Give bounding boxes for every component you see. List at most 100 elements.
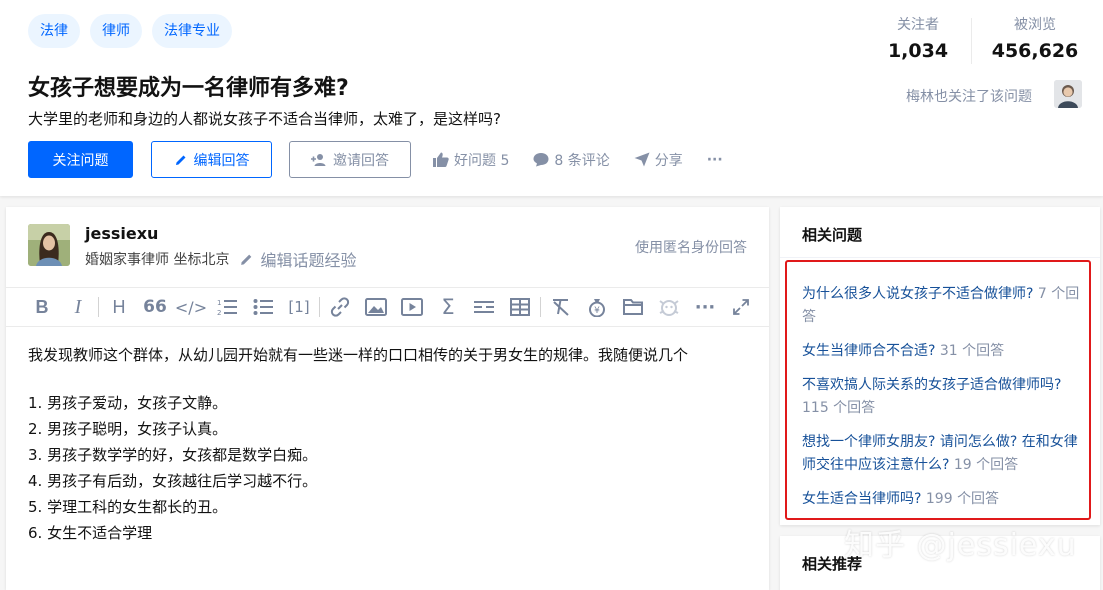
folder-icon	[623, 299, 643, 315]
good-question-label: 好问题 5	[454, 152, 510, 169]
expand-button[interactable]	[723, 292, 759, 322]
avatar[interactable]	[1054, 80, 1082, 108]
related-question-item[interactable]: 想找一个律师女朋友? 请问怎么做? 在和女律师交往中应该注意什么? 19 个回答	[802, 431, 1087, 477]
reference-button[interactable]: [1]	[281, 292, 317, 322]
topic-tag[interactable]: 法律	[28, 14, 80, 48]
bullet-list-button[interactable]	[245, 292, 281, 322]
comments-button[interactable]: 8 条评论	[533, 150, 610, 170]
mascot-icon	[659, 300, 679, 316]
more-tools-button[interactable]: ···	[687, 292, 723, 322]
divider-icon	[474, 301, 494, 313]
related-question-count: 19 个回答	[953, 457, 1019, 473]
related-questions-title: 相关问题	[802, 226, 863, 244]
views-stat: 被浏览 456,626	[990, 14, 1080, 64]
link-button[interactable]	[322, 292, 358, 322]
formula-button[interactable]: Σ	[430, 292, 466, 322]
answer-editor: jessiexu 婚姻家事律师 坐标北京 编辑话题经验 使用匿名身份回答 B I…	[6, 207, 769, 590]
related-question-item[interactable]: 女生当律师合不合适? 31 个回答	[802, 340, 1087, 363]
edit-experience-label: 编辑话题经验	[260, 251, 357, 270]
mascot-button[interactable]	[651, 292, 687, 322]
comments-label: 8 条评论	[554, 152, 610, 169]
related-question-item[interactable]: 女生适合当律师吗? 199 个回答	[802, 488, 1087, 511]
answer-list-item: 2. 男孩子聪明，女孩子认真。	[28, 420, 228, 438]
toolbar-divider	[319, 297, 320, 317]
share-button[interactable]: 分享	[634, 150, 683, 170]
bullet-list-icon	[253, 299, 273, 315]
question-title: 女孩子想要成为一名律师有多难?	[28, 76, 349, 101]
person-avatar-icon	[1054, 80, 1082, 108]
share-label: 分享	[654, 152, 683, 169]
followers-label: 关注者	[897, 17, 939, 33]
author-bio: 婚姻家事律师 坐标北京	[85, 252, 230, 268]
pencil-icon	[241, 254, 252, 265]
question-actions: 关注问题 编辑回答 邀请回答 好问题 5 8 条评论 分享 ···	[28, 141, 723, 178]
topic-tags: 法律 律师 法律专业	[28, 14, 232, 48]
expand-icon	[733, 299, 749, 315]
edit-answer-label: 编辑回答	[193, 152, 250, 169]
invite-answer-button[interactable]: 邀请回答	[289, 141, 411, 178]
more-button[interactable]: ···	[707, 152, 723, 168]
author-name: jessiexu	[85, 224, 159, 243]
views-label: 被浏览	[1014, 17, 1056, 33]
money-bag-icon: ¥	[589, 299, 605, 317]
clear-format-icon	[553, 299, 569, 316]
bold-button[interactable]: B	[24, 292, 60, 322]
ordered-list-button[interactable]: 12	[209, 292, 245, 322]
answer-list-item: 4. 男孩子有后劲，女孩越往后学习越不行。	[28, 472, 318, 490]
followers-stat: 关注者 1,034	[873, 14, 963, 64]
topic-tag[interactable]: 律师	[90, 14, 142, 48]
question-stats: 关注者 1,034 被浏览 456,626	[873, 14, 1080, 64]
related-question-count: 199 个回答	[925, 491, 1000, 507]
image-button[interactable]	[358, 292, 394, 322]
edit-experience-button[interactable]: 编辑话题经验	[239, 247, 356, 271]
good-question-button[interactable]: 好问题 5	[433, 150, 509, 170]
related-questions-highlight: 为什么很多人说女孩子不适合做律师? 7 个回答 女生当律师合不合适? 31 个回…	[785, 260, 1091, 520]
editor-toolbar: B I H 66 </> 12 [1] Σ ¥ ···	[6, 287, 769, 327]
related-question-item[interactable]: 为什么很多人说女孩子不适合做律师? 7 个回答	[802, 283, 1087, 329]
code-button[interactable]: </>	[173, 292, 209, 322]
answer-content[interactable]: 我发现教师这个群体，从幼儿园开始就有一些迷一样的口口相传的关于男女生的规律。我随…	[28, 342, 748, 546]
views-count: 456,626	[991, 40, 1079, 62]
toolbar-divider	[540, 297, 541, 317]
add-user-icon	[311, 153, 326, 166]
video-icon	[401, 298, 423, 316]
edit-answer-button[interactable]: 编辑回答	[151, 141, 272, 178]
ordered-list-icon: 12	[217, 299, 237, 316]
related-question-link[interactable]: 女生适合当律师吗?	[802, 491, 921, 507]
followers-count: 1,034	[887, 40, 949, 62]
related-question-item[interactable]: 不喜欢搞人际关系的女孩子适合做律师吗? 115 个回答	[802, 374, 1087, 420]
video-button[interactable]	[394, 292, 430, 322]
divider-button[interactable]	[466, 292, 502, 322]
share-icon	[634, 152, 650, 167]
related-question-link[interactable]: 女生当律师合不合适?	[802, 343, 935, 359]
answer-paragraph: 我发现教师这个群体，从幼儿园开始就有一些迷一样的口口相传的关于男女生的规律。我随…	[28, 346, 689, 364]
comment-icon	[533, 153, 549, 167]
follow-question-button[interactable]: 关注问题	[28, 141, 133, 178]
table-button[interactable]	[502, 292, 538, 322]
svg-text:¥: ¥	[594, 306, 600, 316]
quote-button[interactable]: 66	[137, 292, 173, 322]
answer-list-item: 6. 女生不适合学理	[28, 524, 153, 542]
anonymous-answer-toggle[interactable]: 使用匿名身份回答	[635, 237, 747, 257]
heading-button[interactable]: H	[101, 292, 137, 322]
question-description: 大学里的老师和身边的人都说女孩子不适合当律师，太难了，是这样吗?	[28, 110, 501, 128]
folder-button[interactable]	[615, 292, 651, 322]
avatar[interactable]	[28, 224, 70, 266]
italic-button[interactable]: I	[60, 292, 96, 322]
related-question-count: 31 个回答	[939, 343, 1005, 359]
related-question-link[interactable]: 想找一个律师女朋友? 请问怎么做? 在和女律师交往中应该注意什么?	[802, 434, 1078, 473]
answer-list-item: 3. 男孩子数学学的好，女孩都是数学白痴。	[28, 446, 318, 464]
thumbs-up-icon	[433, 152, 449, 167]
clear-format-button[interactable]	[543, 292, 579, 322]
topic-tag[interactable]: 法律专业	[152, 14, 232, 48]
followed-note: 梅林也关注了该问题	[906, 89, 1032, 105]
reward-button[interactable]: ¥	[579, 292, 615, 322]
author-photo-icon	[28, 224, 70, 266]
watermark: 知乎 @jessiexu	[844, 528, 1077, 563]
related-question-count: 115 个回答	[802, 400, 876, 416]
related-question-link[interactable]: 为什么很多人说女孩子不适合做律师?	[802, 286, 1033, 302]
related-question-link[interactable]: 不喜欢搞人际关系的女孩子适合做律师吗?	[802, 377, 1061, 393]
author-bio-row: 婚姻家事律师 坐标北京 编辑话题经验	[85, 247, 356, 271]
pencil-icon	[175, 155, 185, 165]
answer-list-item: 5. 学理工科的女生都长的丑。	[28, 498, 228, 516]
